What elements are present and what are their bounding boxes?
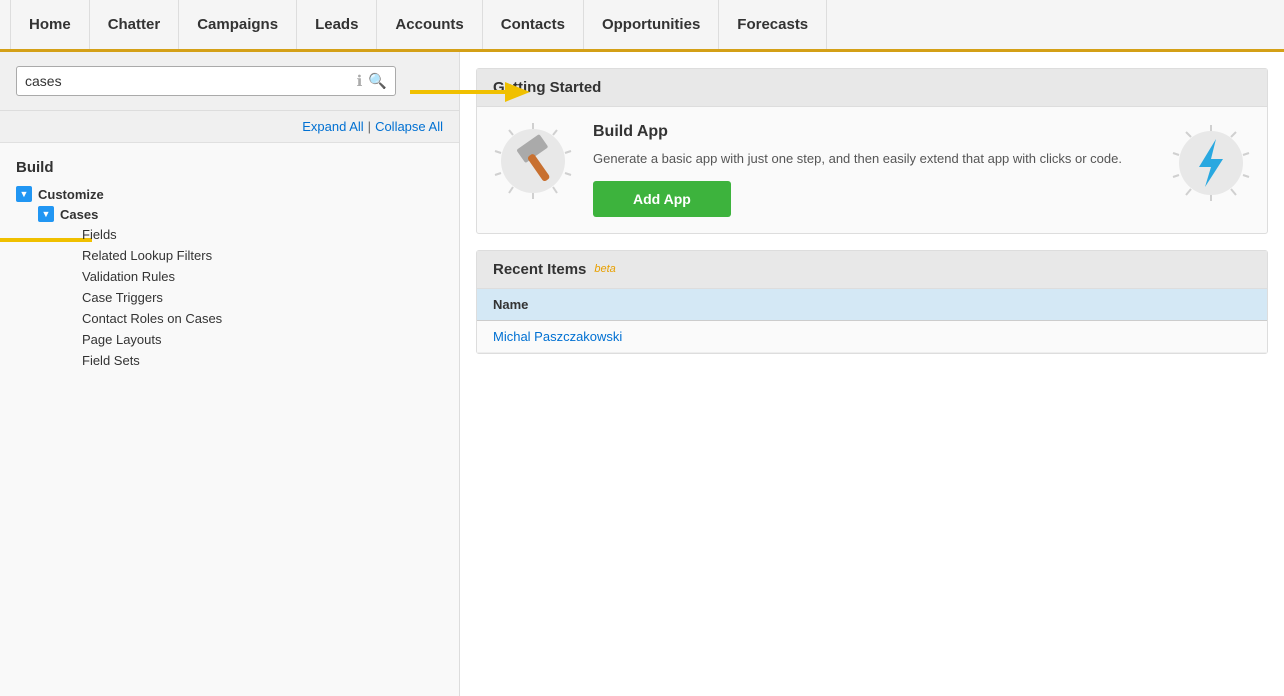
nav-chatter[interactable]: Chatter [90,0,180,49]
customize-caret[interactable] [16,186,32,202]
nav-opportunities[interactable]: Opportunities [584,0,719,49]
fields-item[interactable]: Fields [82,224,443,245]
nav-campaigns[interactable]: Campaigns [179,0,297,49]
add-app-button[interactable]: Add App [593,181,731,217]
related-lookup-filters-item[interactable]: Related Lookup Filters [82,245,443,266]
name-column-header: Name [477,289,1267,321]
lightning-icon [1171,123,1251,203]
cases-subtree: Cases Fields Related Lookup Filters Vali… [38,206,443,371]
expand-collapse-bar: Expand All | Collapse All [0,111,459,143]
cases-tree-item[interactable]: Cases [38,206,443,222]
expand-all-link[interactable]: Expand All [302,119,363,134]
build-app-text: Build App Generate a basic app with just… [593,123,1151,217]
nav-accounts[interactable]: Accounts [377,0,482,49]
cases-label: Cases [60,207,98,222]
recent-item-cell: Michal Paszczakowski [477,320,1267,352]
recent-items-table: Name Michal Paszczakowski [477,289,1267,353]
info-icon[interactable]: ℹ [357,72,363,90]
main-layout: cases ℹ 🔍 Expand All | Collapse All Buil… [0,52,1284,696]
build-heading: Build [16,159,443,176]
recent-items-section: Recent Items beta Name Michal Paszczakow… [476,250,1268,354]
getting-started-body: Build App Generate a basic app with just… [477,107,1267,233]
recent-items-header: Recent Items beta [477,251,1267,289]
sidebar: cases ℹ 🔍 Expand All | Collapse All Buil… [0,52,460,696]
search-box: cases ℹ 🔍 [16,66,396,96]
search-input[interactable]: cases [25,73,357,89]
nav-contacts[interactable]: Contacts [483,0,584,49]
search-area: cases ℹ 🔍 [0,52,459,111]
build-app-description: Generate a basic app with just one step,… [593,149,1151,169]
cases-leaf-items: Fields Related Lookup Filters Validation… [82,224,443,371]
sidebar-tree-content: Build Customize Cases [0,143,459,696]
getting-started-header: Getting Started [477,69,1267,107]
recent-items-title: Recent Items [493,261,586,278]
validation-rules-item[interactable]: Validation Rules [82,266,443,287]
getting-started-section: Getting Started [476,68,1268,234]
nav-home[interactable]: Home [10,0,90,49]
nav-leads[interactable]: Leads [297,0,377,49]
nav-forecasts[interactable]: Forecasts [719,0,827,49]
cases-caret[interactable] [38,206,54,222]
hammer-icon [493,123,573,203]
arrow-annotation-left [0,226,92,266]
build-app-title: Build App [593,123,1151,141]
table-row: Michal Paszczakowski [477,320,1267,352]
customize-label: Customize [38,187,104,202]
search-icon[interactable]: 🔍 [368,72,387,90]
top-navigation: Home Chatter Campaigns Leads Accounts Co… [0,0,1284,52]
recent-item-link[interactable]: Michal Paszczakowski [493,329,622,344]
contact-roles-on-cases-item[interactable]: Contact Roles on Cases [82,308,443,329]
separator: | [368,119,371,134]
page-layouts-item[interactable]: Page Layouts [82,329,443,350]
case-triggers-item[interactable]: Case Triggers [82,287,443,308]
beta-badge: beta [594,263,615,275]
collapse-all-link[interactable]: Collapse All [375,119,443,134]
field-sets-item[interactable]: Field Sets [82,350,443,371]
customize-tree-item[interactable]: Customize [16,186,443,202]
main-content: Getting Started [460,52,1284,696]
